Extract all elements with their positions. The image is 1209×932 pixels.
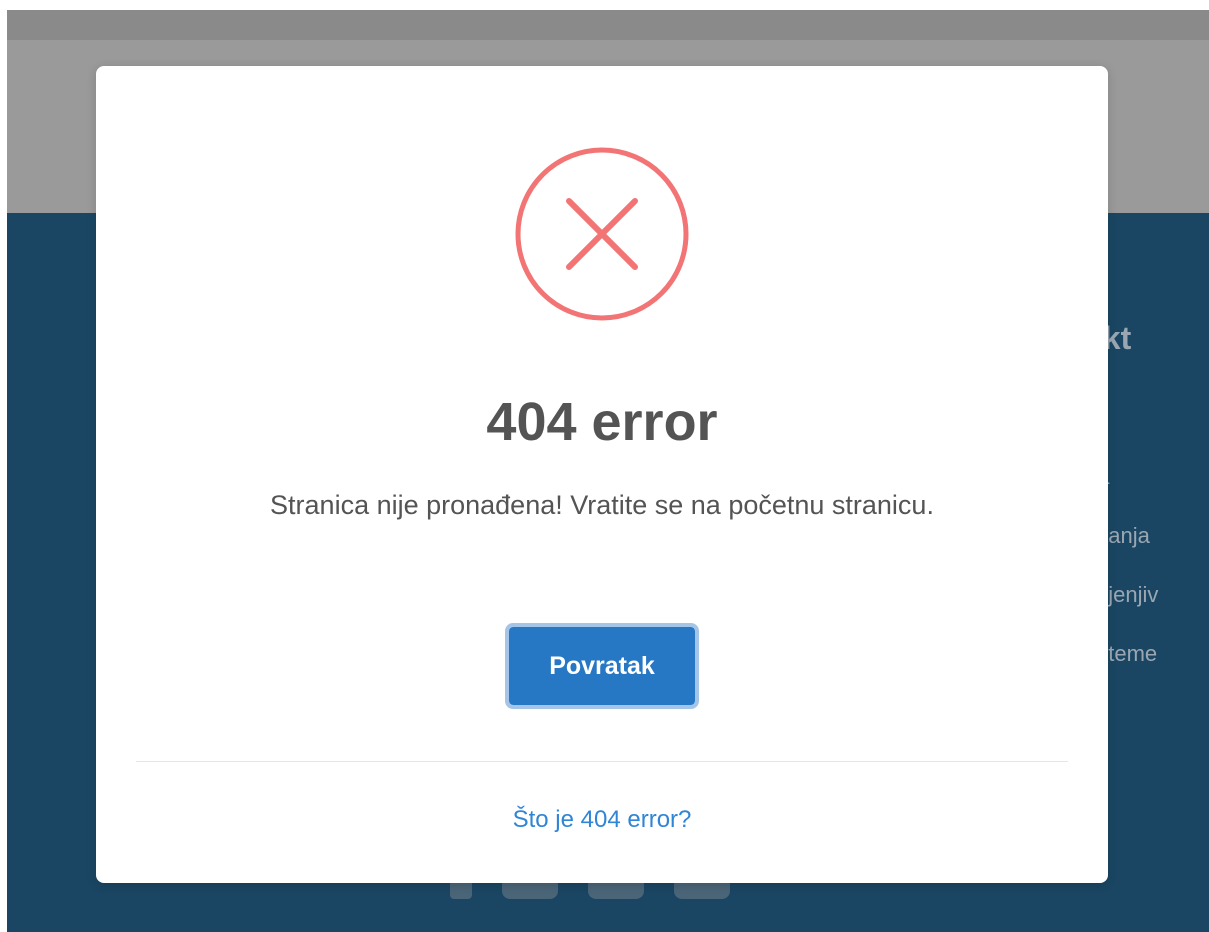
back-button[interactable]: Povratak [505,623,699,709]
modal-message: Stranica nije pronađena! Vratite se na p… [270,490,934,520]
modal-footer-divider [136,761,1068,762]
modal-title: 404 error [486,392,718,452]
page: akt kt na pitanja ocjenjiv la teme 404 e… [0,0,1209,932]
background-top-bar [7,10,1209,40]
error-modal: 404 error Stranica nije pronađena! Vrati… [96,66,1108,883]
what-is-404-link[interactable]: Što je 404 error? [96,804,1108,836]
error-x-icon [515,147,689,321]
